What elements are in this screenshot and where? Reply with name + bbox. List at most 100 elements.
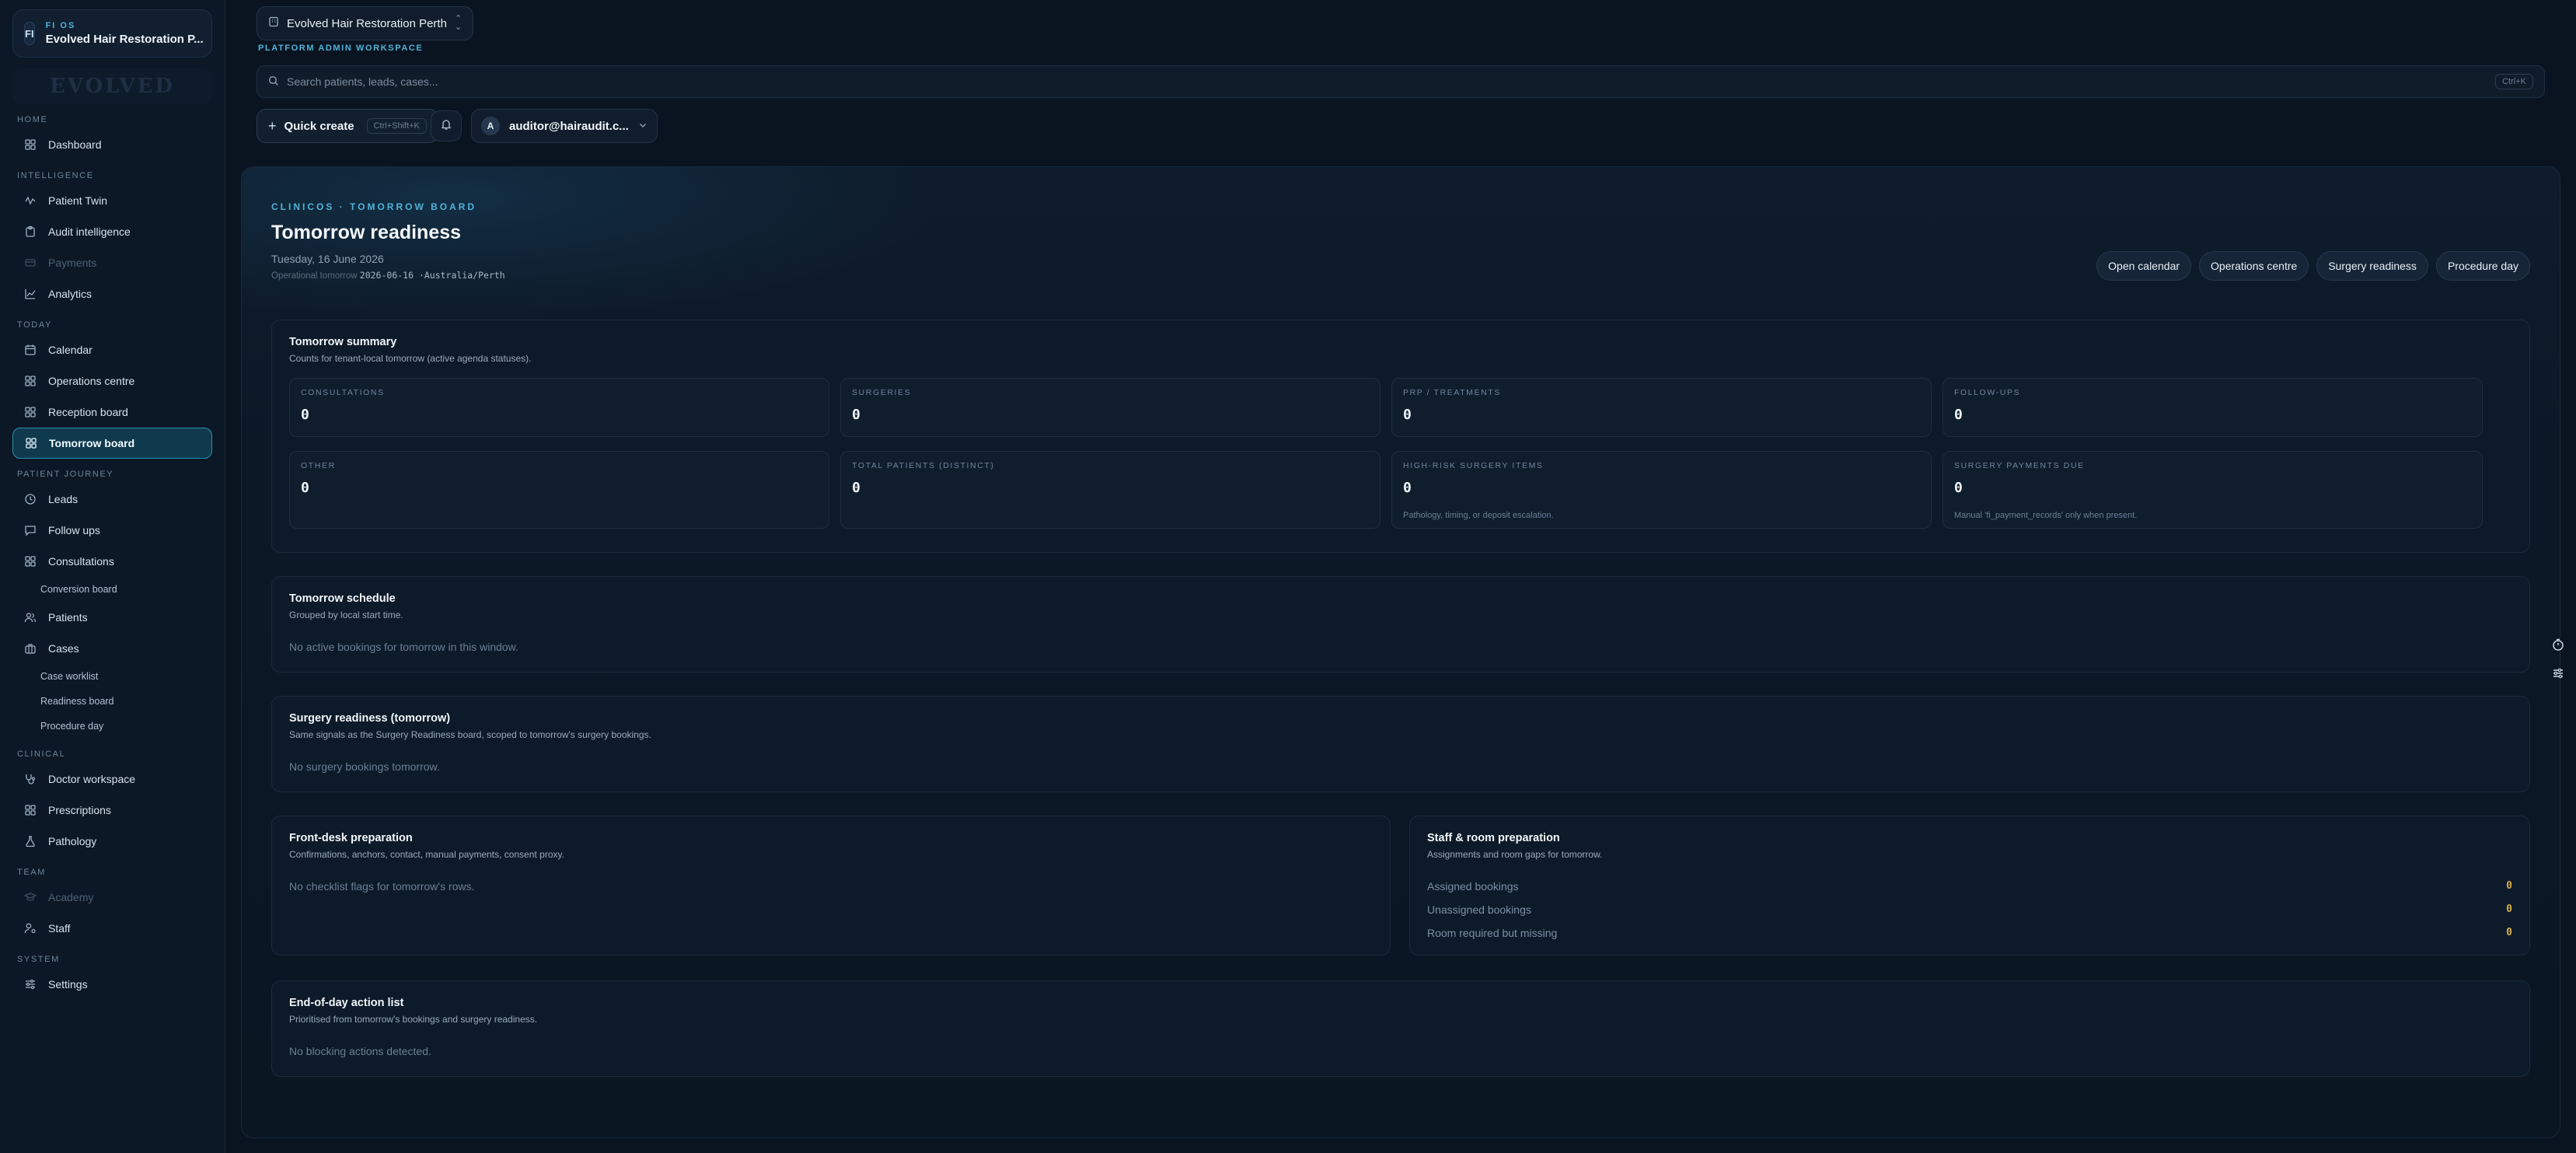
open-calendar-button[interactable]: Open calendar [2096,251,2192,281]
stat-value: 0 [301,407,309,423]
staff-row-label: Assigned bookings [1427,880,1519,893]
sidebar-item-tomorrow-board[interactable]: Tomorrow board [12,428,212,459]
summary-stat: TOTAL PATIENTS (DISTINCT) 0 [840,451,1380,529]
procedure-day-button[interactable]: Procedure day [2435,251,2530,281]
grid-icon [23,138,37,152]
user-menu[interactable]: A auditor@hairaudit.c... [471,109,658,143]
main-area: Evolved Hair Restoration Perth ⌃ ⌄ PLATFO… [225,0,2576,1153]
sidebar-item-audit-intelligence[interactable]: Audit intelligence [12,216,212,247]
operational-tomorrow-label: Operational tomorrow [271,271,358,281]
user-cog-icon [23,921,37,935]
workspace-label: PLATFORM ADMIN WORKSPACE [258,44,424,53]
schedule-title: Tomorrow schedule [289,592,396,605]
surgery-empty: No surgery bookings tomorrow. [289,760,440,773]
schedule-subtitle: Grouped by local start time. [289,610,403,620]
chart-icon [23,287,37,301]
sidebar-item-patients[interactable]: Patients [12,602,212,633]
tomorrow-board-panel: CLINICOS · TOMORROW BOARD Tomorrow readi… [241,166,2560,1138]
stat-value: 0 [852,480,860,496]
page-date: Tuesday, 16 June 2026 [271,253,384,265]
stat-note: Manual 'fi_payment_records' only when pr… [1954,511,2138,520]
sidebar-item-dashboard[interactable]: Dashboard [12,129,212,160]
topbar: Evolved Hair Restoration Perth ⌃ ⌄ PLATFO… [241,0,2560,148]
sidebar-item-settings[interactable]: Settings [12,969,212,1000]
tenant-name: Evolved Hair Restoration P... [45,33,204,46]
page-actions: Open calendar Operations centre Surgery … [2096,251,2530,281]
sidebar-item-follow-ups[interactable]: Follow ups [12,515,212,546]
grid-icon [23,554,37,568]
surgery-subtitle: Same signals as the Surgery Readiness bo… [289,729,651,740]
message-icon [23,523,37,537]
stat-value: 0 [301,480,309,496]
staff-row-unassigned: Unassigned bookings 0 [1427,903,2512,919]
summary-stat: SURGERIES 0 [840,378,1380,437]
timer-icon[interactable] [2551,638,2565,655]
sliders-icon [23,977,37,991]
search-placeholder: Search patients, leads, cases... [287,75,438,88]
frontdesk-subtitle: Confirmations, anchors, contact, manual … [289,849,564,860]
quick-create-button[interactable]: + Quick create Ctrl+Shift+K [257,109,438,143]
stat-value: 0 [1403,480,1412,496]
notifications-button[interactable] [431,110,462,142]
sidebar-item-label: Tomorrow board [49,437,135,449]
staff-row-room-missing: Room required but missing 0 [1427,927,2512,942]
surgery-title: Surgery readiness (tomorrow) [289,712,451,725]
surgery-readiness-button[interactable]: Surgery readiness [2316,251,2428,281]
grid-icon [24,436,38,450]
card-icon [23,256,37,270]
summary-subtitle: Counts for tenant-local tomorrow (active… [289,353,532,364]
page-title: Tomorrow readiness [271,222,462,243]
sidebar-item-payments[interactable]: Payments [12,247,212,278]
sidebar-item-label: Calendar [48,344,92,356]
sidebar-subitem-conversion-board[interactable]: Conversion board [12,577,212,602]
sidebar-item-staff[interactable]: Staff [12,913,212,944]
sidebar-item-reception-board[interactable]: Reception board [12,397,212,428]
sidebar-item-analytics[interactable]: Analytics [12,278,212,309]
sidebar-subitem-case-worklist[interactable]: Case worklist [12,664,212,689]
search-input[interactable]: Search patients, leads, cases... Ctrl+K [257,65,2545,98]
summary-stat: OTHER 0 [289,451,829,529]
stat-label: CONSULTATIONS [301,388,385,397]
sidebar-item-consultations[interactable]: Consultations [12,546,212,577]
sidebar-item-label: Settings [48,978,88,991]
sidebar-item-leads[interactable]: Leads [12,484,212,515]
workspace-select[interactable]: Evolved Hair Restoration Perth ⌃ ⌄ [257,6,474,40]
chevron-updown-icon: ⌃ ⌄ [454,14,462,32]
search-shortcut: Ctrl+K [2495,74,2533,89]
stat-label: SURGERY PAYMENTS DUE [1954,461,2085,470]
frontdesk-title: Front-desk preparation [289,832,413,844]
search-icon [268,75,279,89]
staff-row-value: 0 [2506,927,2512,938]
sidebar-item-prescriptions[interactable]: Prescriptions [12,795,212,826]
sidebar-item-patient-twin[interactable]: Patient Twin [12,185,212,216]
page-eyebrow: CLINICOS · TOMORROW BOARD [271,201,477,212]
summary-stat: HIGH-RISK SURGERY ITEMS 0 Pathology, timin… [1391,451,1932,529]
sidebar-item-calendar[interactable]: Calendar [12,334,212,365]
sidebar-item-academy[interactable]: Academy [12,882,212,913]
stethoscope-icon [23,772,37,786]
nav-section-label: CLINICAL [17,749,66,759]
grid-icon [23,405,37,419]
surgery-readiness-card: Surgery readiness (tomorrow) Same signal… [271,696,2530,792]
operations-centre-button[interactable]: Operations centre [2199,251,2309,281]
sliders-icon[interactable] [2551,666,2565,684]
sidebar-item-operations-centre[interactable]: Operations centre [12,365,212,397]
summary-stat: SURGERY PAYMENTS DUE 0 Manual 'fi_payment_… [1942,451,2483,529]
sidebar: FI FI OS Evolved Hair Restoration P... E… [0,0,225,1153]
staff-row-value: 0 [2506,880,2512,892]
users-icon [23,610,37,624]
sidebar-subitem-readiness-board[interactable]: Readiness board [12,689,212,714]
clock-icon [23,492,37,506]
tenant-switcher[interactable]: FI FI OS Evolved Hair Restoration P... [12,9,212,58]
nav-section-label: TEAM [17,868,46,877]
sidebar-item-label: Audit intelligence [48,225,131,238]
twin-icon [23,194,37,208]
nav-section-label: INTELLIGENCE [17,171,94,180]
sidebar-item-label: Leads [48,493,79,505]
stat-value: 0 [1403,407,1412,423]
sidebar-item-label: Staff [48,922,71,935]
sidebar-item-cases[interactable]: Cases [12,633,212,664]
sidebar-item-pathology[interactable]: Pathology [12,826,212,857]
sidebar-subitem-procedure-day[interactable]: Procedure day [12,714,212,739]
sidebar-item-doctor-workspace[interactable]: Doctor workspace [12,763,212,795]
